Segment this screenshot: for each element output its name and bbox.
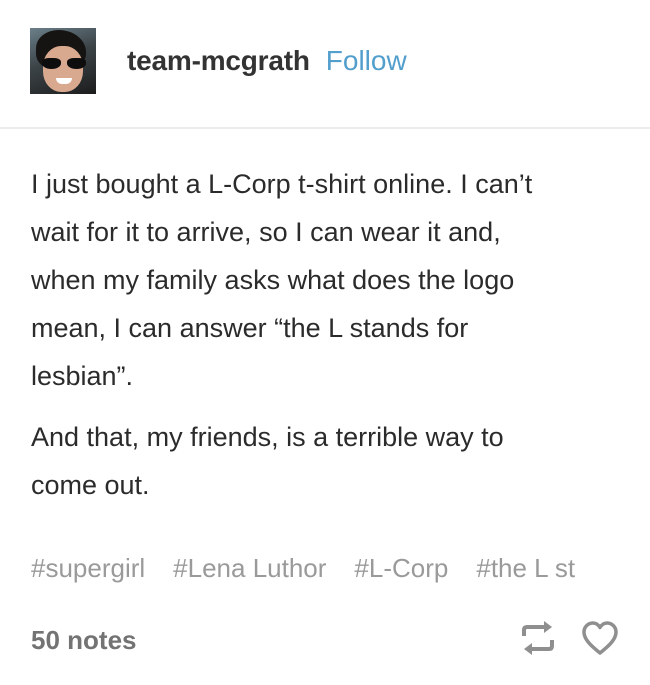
text-line: when my family asks what does the logo <box>31 265 515 295</box>
tag-list: #supergirl #Lena Luthor #L-Corp #the L st <box>31 553 641 593</box>
header-divider <box>0 127 650 129</box>
post-header: team-mcgrath Follow <box>30 28 407 94</box>
text-line: lesbian”. <box>31 361 134 391</box>
tag-supergirl[interactable]: #supergirl <box>31 553 145 583</box>
reblog-icon <box>522 621 554 655</box>
post-actions <box>496 618 620 658</box>
text-line: come out. <box>31 470 150 500</box>
notes-count[interactable]: 50 notes <box>31 625 137 656</box>
text-line: And that, my friends, is a terrible way … <box>31 422 504 452</box>
text-line: I just bought a L-Corp t-shirt online. I… <box>31 169 533 199</box>
reblog-button[interactable] <box>518 618 558 658</box>
heart-icon <box>582 621 618 655</box>
post-paragraph-1: I just bought a L-Corp t-shirt online. I… <box>31 160 532 400</box>
like-button[interactable] <box>580 618 620 658</box>
avatar-sunglasses <box>42 58 86 70</box>
tag-l-corp[interactable]: #L-Corp <box>354 553 448 583</box>
post-paragraph-2: And that, my friends, is a terrible way … <box>31 413 504 509</box>
tag-the-l-stands[interactable]: #the L st <box>476 553 575 583</box>
follow-button[interactable]: Follow <box>326 45 407 77</box>
avatar[interactable] <box>30 28 96 94</box>
text-line: wait for it to arrive, so I can wear it … <box>31 217 501 247</box>
tag-fade-overlay <box>601 553 641 593</box>
text-line: mean, I can answer “the L stands for <box>31 313 469 343</box>
username-link[interactable]: team-mcgrath <box>127 45 310 77</box>
tumblr-post: team-mcgrath Follow I just bought a L-Co… <box>0 0 650 685</box>
tag-lena-luthor[interactable]: #Lena Luthor <box>173 553 326 583</box>
